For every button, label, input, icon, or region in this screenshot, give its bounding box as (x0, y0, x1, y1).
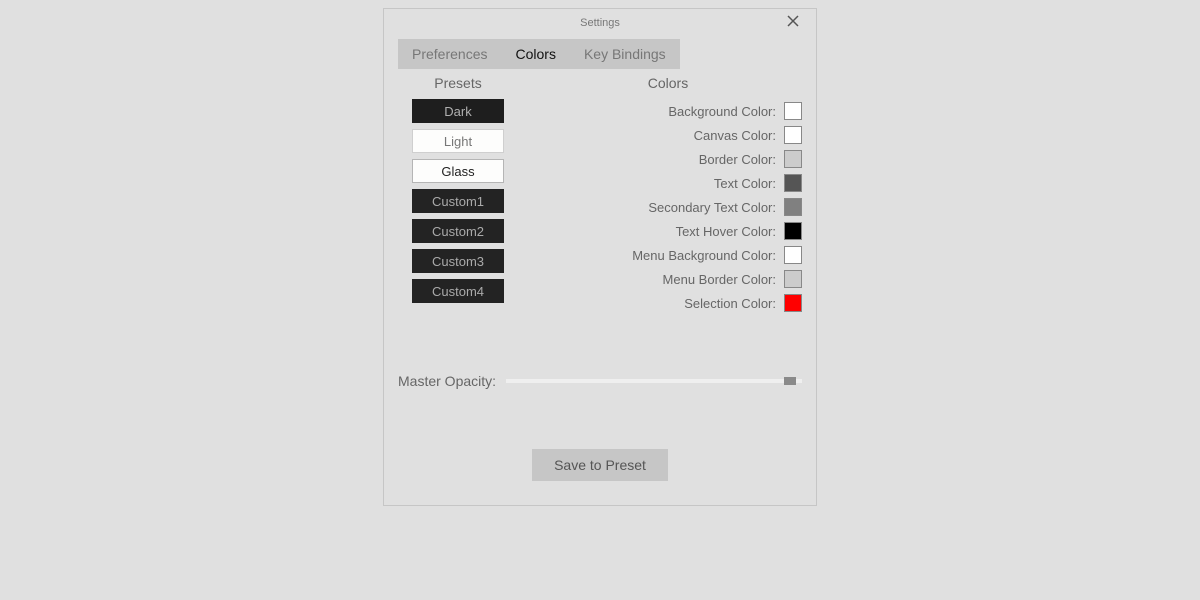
preset-custom1-button[interactable]: Custom1 (412, 189, 504, 213)
presets-column: Presets Dark Light Glass Custom1 Custom2… (398, 75, 518, 315)
color-label: Text Color: (714, 176, 776, 191)
color-label: Menu Border Color: (663, 272, 776, 287)
preset-custom3-button[interactable]: Custom3 (412, 249, 504, 273)
master-opacity-row: Master Opacity: (398, 373, 802, 389)
color-label: Text Hover Color: (676, 224, 776, 239)
window-title: Settings (580, 17, 620, 29)
preset-custom4-button[interactable]: Custom4 (412, 279, 504, 303)
color-label: Selection Color: (684, 296, 776, 311)
colors-panel: Presets Dark Light Glass Custom1 Custom2… (398, 75, 802, 315)
color-swatch-menu-border[interactable] (784, 270, 802, 288)
color-row-canvas: Canvas Color: (534, 123, 802, 147)
color-row-menu-border: Menu Border Color: (534, 267, 802, 291)
color-swatch-background[interactable] (784, 102, 802, 120)
save-row: Save to Preset (398, 449, 802, 481)
color-swatch-menu-background[interactable] (784, 246, 802, 264)
preset-custom2-button[interactable]: Custom2 (412, 219, 504, 243)
presets-title: Presets (398, 75, 518, 91)
color-row-selection: Selection Color: (534, 291, 802, 315)
colors-title: Colors (534, 75, 802, 91)
slider-thumb[interactable] (784, 377, 796, 385)
color-row-text: Text Color: (534, 171, 802, 195)
color-label: Background Color: (668, 104, 776, 119)
color-swatch-text-hover[interactable] (784, 222, 802, 240)
titlebar: Settings (398, 9, 802, 37)
color-row-background: Background Color: (534, 99, 802, 123)
color-row-secondary-text: Secondary Text Color: (534, 195, 802, 219)
color-row-menu-background: Menu Background Color: (534, 243, 802, 267)
color-swatch-canvas[interactable] (784, 126, 802, 144)
save-to-preset-button[interactable]: Save to Preset (532, 449, 668, 481)
tab-bar: Preferences Colors Key Bindings (398, 39, 680, 69)
color-swatch-selection[interactable] (784, 294, 802, 312)
master-opacity-label: Master Opacity: (398, 373, 496, 389)
color-row-text-hover: Text Hover Color: (534, 219, 802, 243)
color-label: Secondary Text Color: (648, 200, 776, 215)
color-label: Border Color: (699, 152, 776, 167)
color-swatch-border[interactable] (784, 150, 802, 168)
settings-window: Settings Preferences Colors Key Bindings… (383, 8, 817, 506)
color-label: Canvas Color: (694, 128, 776, 143)
preset-light-button[interactable]: Light (412, 129, 504, 153)
preset-dark-button[interactable]: Dark (412, 99, 504, 123)
close-button[interactable] (784, 13, 802, 31)
colors-column: Colors Background Color: Canvas Color: B… (534, 75, 802, 315)
tab-key-bindings[interactable]: Key Bindings (570, 39, 680, 69)
color-row-border: Border Color: (534, 147, 802, 171)
close-icon (787, 15, 799, 30)
tab-preferences[interactable]: Preferences (398, 39, 501, 69)
color-label: Menu Background Color: (632, 248, 776, 263)
preset-glass-button[interactable]: Glass (412, 159, 504, 183)
color-swatch-text[interactable] (784, 174, 802, 192)
color-rows: Background Color: Canvas Color: Border C… (534, 99, 802, 315)
master-opacity-slider[interactable] (506, 379, 802, 383)
color-swatch-secondary-text[interactable] (784, 198, 802, 216)
tab-colors[interactable]: Colors (501, 39, 569, 69)
